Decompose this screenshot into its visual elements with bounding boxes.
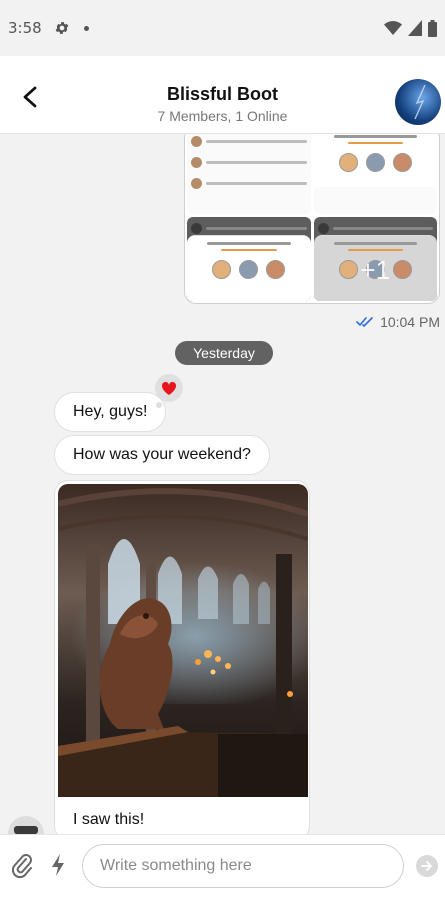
photo-caption: I saw this! xyxy=(73,811,145,828)
heart-icon xyxy=(161,381,177,395)
sender-avatar[interactable] xyxy=(8,816,44,834)
attached-photo[interactable] xyxy=(58,484,308,797)
lightning-icon[interactable] xyxy=(50,853,66,877)
message-timestamp: 10:04 PM xyxy=(356,314,440,330)
paperclip-icon[interactable] xyxy=(10,853,34,879)
message-input[interactable] xyxy=(82,844,404,888)
more-images-count: +1 xyxy=(360,254,391,285)
battery-icon xyxy=(428,19,437,37)
gallery-image[interactable] xyxy=(313,134,437,214)
message-list[interactable]: +1 10:04 PM Yesterday Hey, guys! How was… xyxy=(0,134,445,834)
gallery-image[interactable] xyxy=(187,134,311,214)
reaction-tail xyxy=(156,402,162,408)
status-bar: 3:58 xyxy=(0,0,445,56)
gear-icon xyxy=(55,22,69,34)
group-avatar[interactable] xyxy=(395,79,441,125)
reaction-badge[interactable] xyxy=(155,374,183,402)
date-separator: Yesterday xyxy=(175,341,273,365)
chat-header: Blissful Boot 7 Members, 1 Online xyxy=(0,56,445,134)
incoming-message[interactable]: Hey, guys! xyxy=(54,392,167,432)
gallery-image[interactable]: +1 xyxy=(313,216,437,301)
send-icon xyxy=(421,861,432,871)
image-gallery-message[interactable]: +1 xyxy=(184,134,440,304)
signal-icon xyxy=(408,20,422,36)
message-composer xyxy=(0,834,445,897)
channel-subtitle: 7 Members, 1 Online xyxy=(157,108,288,124)
channel-title[interactable]: Blissful Boot xyxy=(0,84,445,105)
notification-dot-icon xyxy=(83,25,89,31)
incoming-message[interactable]: How was your weekend? xyxy=(54,435,270,475)
double-check-icon xyxy=(356,317,373,327)
wifi-icon xyxy=(384,21,402,35)
status-time: 3:58 xyxy=(8,19,42,37)
gallery-image[interactable] xyxy=(187,216,311,301)
image-message[interactable]: I saw this! xyxy=(54,480,310,834)
send-button[interactable] xyxy=(416,855,438,877)
